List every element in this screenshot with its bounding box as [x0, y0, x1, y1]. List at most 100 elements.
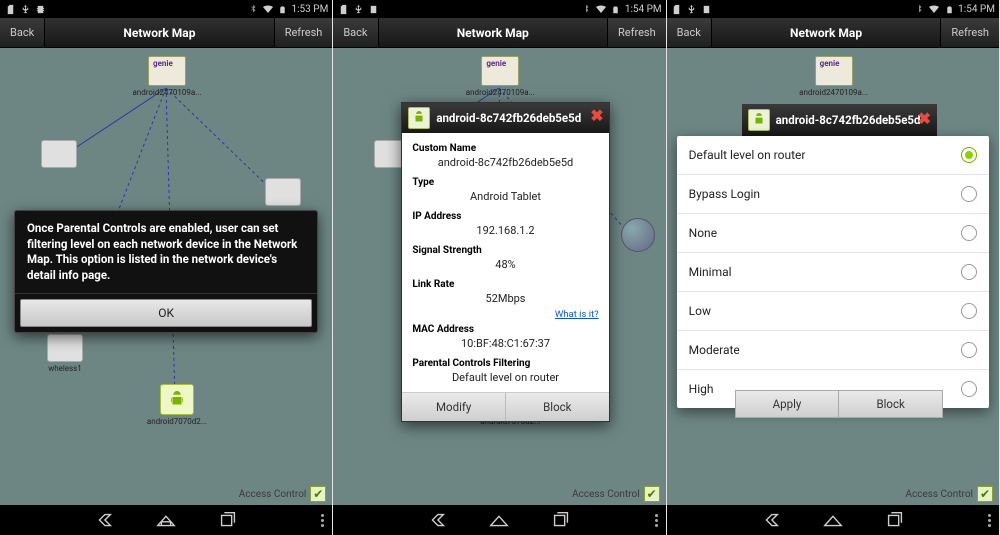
filter-option[interactable]: Bypass Login — [677, 175, 989, 214]
battery-icon — [943, 2, 955, 16]
device-router[interactable]: android2470109a... — [813, 56, 855, 98]
app-header: Back Network Map Refresh — [333, 18, 665, 48]
access-control-toggle[interactable]: Access Control ✔ — [905, 486, 993, 502]
sdcard-icon — [671, 2, 683, 16]
nav-back-icon[interactable] — [425, 508, 449, 532]
header-title: Network Map — [45, 26, 274, 40]
computer-icon — [41, 140, 77, 168]
apply-button[interactable]: Apply — [735, 390, 839, 418]
nav-home-icon[interactable] — [154, 508, 178, 532]
filter-option-label: Bypass Login — [689, 187, 760, 201]
label-ip: IP Address — [412, 211, 598, 222]
nav-menu-icon[interactable] — [655, 514, 658, 527]
device-label: wheless1 — [30, 364, 100, 373]
label-mac: MAC Address — [412, 324, 598, 335]
nav-menu-icon[interactable] — [988, 514, 991, 527]
value-pcf: Default level on router — [412, 369, 598, 388]
device-label: android2470109a... — [132, 88, 202, 97]
label-custom-name: Custom Name — [412, 143, 598, 154]
filter-option[interactable]: Default level on router — [677, 136, 989, 175]
checkmark-icon: ✔ — [644, 486, 660, 502]
bluetooth-icon — [247, 2, 259, 16]
filter-option[interactable]: Moderate — [677, 331, 989, 370]
alert-message: Once Parental Controls are enabled, user… — [15, 211, 317, 293]
label-linkrate: Link Rate — [412, 279, 598, 290]
device-tablet[interactable]: android7070d2... — [156, 384, 198, 426]
filter-option[interactable]: Minimal — [677, 253, 989, 292]
device-router[interactable]: android2470109a... — [146, 56, 188, 98]
debug-icon — [34, 2, 46, 16]
value-linkrate: 52Mbps — [412, 290, 598, 309]
device-node-3[interactable]: wheless1 — [44, 334, 86, 376]
battery-icon — [277, 2, 289, 16]
device-node-1[interactable] — [38, 140, 80, 182]
system-navbar — [0, 505, 332, 535]
nav-recents-icon[interactable] — [216, 508, 240, 532]
filter-option[interactable]: None — [677, 214, 989, 253]
checkmark-icon: ✔ — [310, 486, 326, 502]
screenshot-panel-3: 1:54 PM Back Network Map Refresh android… — [667, 0, 1000, 535]
system-navbar — [667, 505, 999, 535]
refresh-button[interactable]: Refresh — [940, 18, 999, 47]
radio-icon — [961, 264, 977, 280]
nav-home-icon[interactable] — [487, 508, 511, 532]
nav-recents-icon[interactable] — [883, 508, 907, 532]
filter-option-label: Low — [689, 304, 711, 318]
value-signal: 48% — [412, 256, 598, 275]
access-control-label: Access Control — [239, 489, 307, 500]
what-is-it-link[interactable]: What is it? — [555, 309, 599, 320]
status-bar: 1:54 PM — [333, 0, 665, 18]
ok-button[interactable]: OK — [20, 299, 312, 327]
dialog-button-row: Apply Block — [735, 390, 943, 418]
label-pcf: Parental Controls Filtering — [412, 358, 598, 369]
nav-menu-icon[interactable] — [321, 514, 324, 527]
refresh-button[interactable]: Refresh — [607, 18, 666, 47]
computer-icon — [265, 178, 301, 206]
status-bar: 1:53 PM — [0, 0, 332, 18]
filter-option-label: Default level on router — [689, 148, 806, 162]
header-title: Network Map — [379, 26, 608, 40]
block-button[interactable]: Block — [506, 393, 609, 421]
access-control-toggle[interactable]: Access Control ✔ — [239, 486, 327, 502]
screenshot-panel-2: 1:54 PM Back Network Map Refresh android… — [333, 0, 666, 535]
back-button[interactable]: Back — [667, 18, 712, 47]
radio-icon — [961, 303, 977, 319]
usb-icon — [686, 2, 698, 16]
battery-icon — [610, 2, 622, 16]
value-mac: 10:BF:48:C1:67:37 — [412, 335, 598, 354]
nav-home-icon[interactable] — [821, 508, 845, 532]
access-control-toggle[interactable]: Access Control ✔ — [572, 486, 660, 502]
close-icon[interactable]: ✖ — [590, 106, 603, 125]
info-alert-dialog: Once Parental Controls are enabled, user… — [14, 210, 318, 333]
device-detail-dialog: android-8c742fb26deb5e5d ✖ Custom Name a… — [401, 102, 609, 422]
filter-option-label: High — [689, 382, 714, 396]
block-button[interactable]: Block — [838, 390, 943, 418]
usb-icon — [19, 2, 31, 16]
back-button[interactable]: Back — [333, 18, 378, 47]
header-title: Network Map — [712, 26, 941, 40]
filter-option[interactable]: Low — [677, 292, 989, 331]
nav-back-icon[interactable] — [759, 508, 783, 532]
access-control-label: Access Control — [905, 489, 973, 500]
dialog-header: android-8c742fb26deb5e5d ✖ — [402, 103, 608, 133]
nav-recents-icon[interactable] — [549, 508, 573, 532]
nav-back-icon[interactable] — [92, 508, 116, 532]
sdcard-icon — [337, 2, 349, 16]
wifi-icon — [595, 2, 607, 16]
label-type: Type — [412, 177, 598, 188]
clock-text: 1:53 PM — [292, 4, 329, 15]
device-label: android2470109a... — [799, 88, 869, 97]
modify-button[interactable]: Modify — [402, 393, 506, 421]
radio-icon — [961, 225, 977, 241]
access-control-label: Access Control — [572, 489, 640, 500]
refresh-button[interactable]: Refresh — [274, 18, 333, 47]
dialog-title: android-8c742fb26deb5e5d — [436, 111, 581, 125]
wifi-icon — [262, 2, 274, 16]
device-label: android2470109a... — [465, 88, 535, 97]
close-icon[interactable]: ✖ — [918, 109, 931, 128]
back-button[interactable]: Back — [0, 18, 45, 47]
filter-option-label: None — [689, 226, 717, 240]
wifi-icon — [928, 2, 940, 16]
app-header: Back Network Map Refresh — [667, 18, 999, 48]
device-router[interactable]: android2470109a... — [479, 56, 521, 98]
